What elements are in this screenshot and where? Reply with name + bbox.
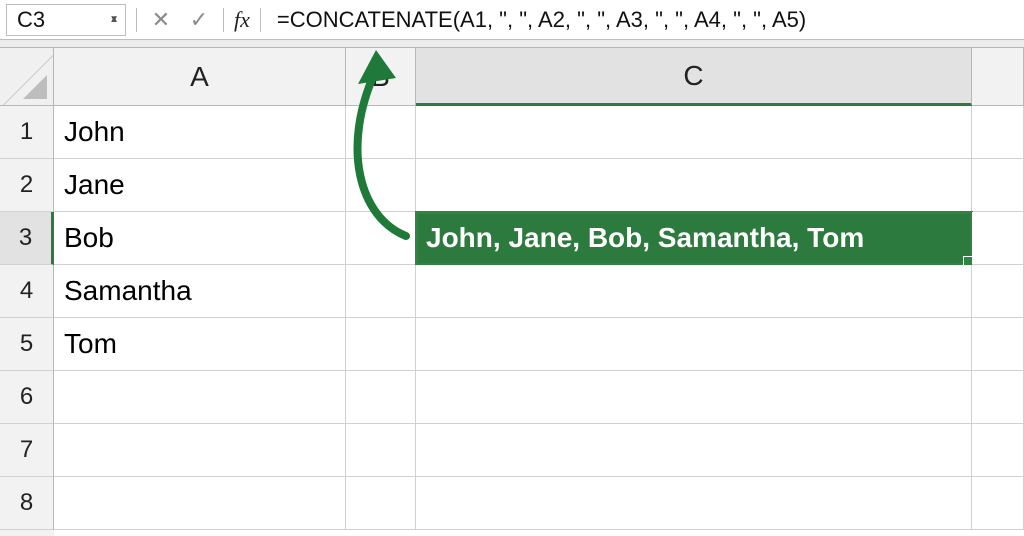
divider: [223, 8, 224, 32]
col-header-A[interactable]: A: [54, 48, 346, 106]
cell-B3[interactable]: [346, 212, 416, 265]
col-header-B[interactable]: B: [346, 48, 416, 106]
cell-D8[interactable]: [972, 477, 1024, 530]
cell-A7[interactable]: [54, 424, 346, 477]
cell-A6[interactable]: [54, 371, 346, 424]
row-header-1[interactable]: 1: [0, 106, 54, 159]
row-header-3[interactable]: 3: [0, 212, 54, 265]
enter-icon[interactable]: ✓: [185, 6, 213, 34]
cell-A4[interactable]: Samantha: [54, 265, 346, 318]
cell-D5[interactable]: [972, 318, 1024, 371]
row-header-6[interactable]: 6: [0, 371, 54, 424]
cell-A1[interactable]: John: [54, 106, 346, 159]
cell-A8[interactable]: [54, 477, 346, 530]
name-box[interactable]: C3 ▲▼: [6, 4, 126, 36]
row-header-8[interactable]: 8: [0, 477, 54, 530]
cell-A5[interactable]: Tom: [54, 318, 346, 371]
cell-C4[interactable]: [416, 265, 972, 318]
cell-C2[interactable]: [416, 159, 972, 212]
divider: [260, 8, 261, 32]
col-header-C[interactable]: C: [416, 48, 972, 106]
cell-B5[interactable]: [346, 318, 416, 371]
cell-C7[interactable]: [416, 424, 972, 477]
divider: [136, 8, 137, 32]
row-header-2[interactable]: 2: [0, 159, 54, 212]
cell-D7[interactable]: [972, 424, 1024, 477]
cell-C1[interactable]: [416, 106, 972, 159]
cell-B1[interactable]: [346, 106, 416, 159]
spreadsheet-grid: 1 2 3 4 5 6 7 8 A B C John Jane: [0, 48, 1024, 536]
toolbar-strip: [0, 40, 1024, 48]
cell-C8[interactable]: [416, 477, 972, 530]
cell-D2[interactable]: [972, 159, 1024, 212]
formula-bar: C3 ▲▼ ✕ ✓ fx =CONCATENATE(A1, ", ", A2, …: [0, 0, 1024, 40]
cell-B8[interactable]: [346, 477, 416, 530]
row-header-7[interactable]: 7: [0, 424, 54, 477]
cell-B7[interactable]: [346, 424, 416, 477]
cell-D6[interactable]: [972, 371, 1024, 424]
name-box-value: C3: [17, 7, 45, 33]
select-all-corner[interactable]: [0, 48, 54, 106]
cancel-icon[interactable]: ✕: [147, 6, 175, 34]
cell-B2[interactable]: [346, 159, 416, 212]
row-header-5[interactable]: 5: [0, 318, 54, 371]
formula-input[interactable]: =CONCATENATE(A1, ", ", A2, ", ", A3, ", …: [271, 4, 1018, 36]
col-header-rest[interactable]: [972, 48, 1024, 106]
cell-C5[interactable]: [416, 318, 972, 371]
cell-A3[interactable]: Bob: [54, 212, 346, 265]
cell-B6[interactable]: [346, 371, 416, 424]
cell-A2[interactable]: Jane: [54, 159, 346, 212]
fx-button[interactable]: fx: [234, 7, 250, 33]
cell-C6[interactable]: [416, 371, 972, 424]
cell-D4[interactable]: [972, 265, 1024, 318]
cell-B4[interactable]: [346, 265, 416, 318]
cell-D1[interactable]: [972, 106, 1024, 159]
cell-D3[interactable]: [972, 212, 1024, 265]
cell-C3[interactable]: John, Jane, Bob, Samantha, Tom: [416, 212, 972, 265]
row-header-4[interactable]: 4: [0, 265, 54, 318]
